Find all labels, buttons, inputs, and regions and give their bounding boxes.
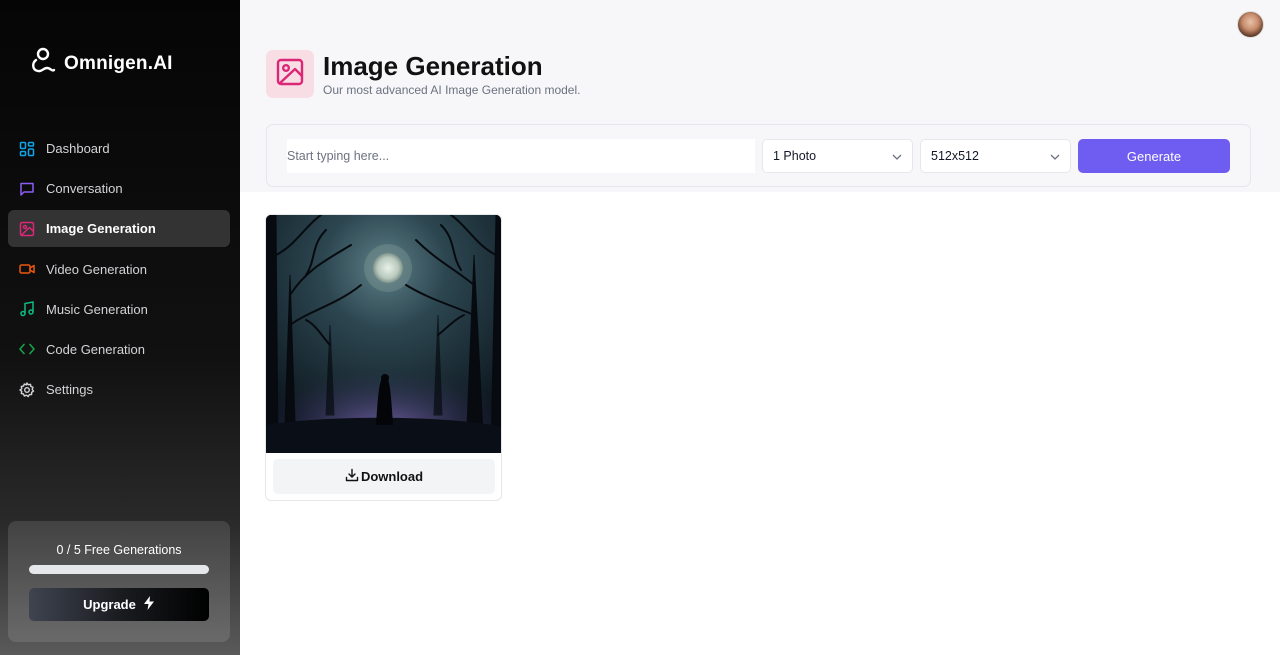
usage-card: 0 / 5 Free Generations Upgrade bbox=[8, 521, 230, 642]
upgrade-button[interactable]: Upgrade bbox=[29, 588, 209, 621]
gear-icon bbox=[19, 381, 35, 398]
image-icon bbox=[19, 221, 35, 237]
prompt-input[interactable] bbox=[287, 139, 755, 173]
generated-image bbox=[266, 215, 501, 453]
usage-progress-bar bbox=[29, 565, 209, 574]
page-icon-box bbox=[266, 50, 314, 98]
sidebar-item-settings[interactable]: Settings bbox=[8, 371, 230, 408]
upgrade-button-label: Upgrade bbox=[83, 597, 136, 612]
code-icon bbox=[19, 341, 35, 357]
result-card: Download bbox=[265, 214, 502, 501]
lightning-icon bbox=[143, 596, 155, 613]
music-icon bbox=[19, 301, 35, 317]
usage-text: 0 / 5 Free Generations bbox=[56, 543, 182, 557]
sidebar-item-dashboard[interactable]: Dashboard bbox=[8, 130, 230, 167]
sidebar: Omnigen.AI Dashboard Conversation Image … bbox=[0, 0, 240, 655]
generate-button[interactable]: Generate bbox=[1078, 139, 1230, 173]
page-subtitle: Our most advanced AI Image Generation mo… bbox=[323, 83, 581, 97]
prompt-form: 1 Photo 512x512 Generate bbox=[266, 124, 1251, 187]
sidebar-item-label: Image Generation bbox=[46, 221, 156, 237]
main-content: Image Generation Our most advanced AI Im… bbox=[240, 0, 1280, 655]
sidebar-nav: Dashboard Conversation Image Generation bbox=[8, 130, 230, 411]
logo-icon bbox=[30, 46, 56, 81]
sidebar-item-label: Music Generation bbox=[46, 301, 148, 317]
user-avatar[interactable] bbox=[1237, 11, 1264, 38]
image-icon bbox=[275, 57, 305, 92]
sidebar-item-label: Conversation bbox=[46, 181, 123, 197]
chevron-down-icon bbox=[892, 149, 902, 163]
download-button[interactable]: Download bbox=[273, 459, 495, 494]
chevron-down-icon bbox=[1050, 149, 1060, 163]
amount-select[interactable]: 1 Photo bbox=[762, 139, 913, 173]
download-button-label: Download bbox=[360, 469, 424, 484]
sidebar-item-label: Settings bbox=[46, 382, 93, 398]
download-icon bbox=[345, 468, 359, 485]
logo[interactable]: Omnigen.AI bbox=[30, 46, 173, 81]
sidebar-item-label: Code Generation bbox=[46, 341, 146, 357]
sidebar-item-label: Dashboard bbox=[46, 141, 110, 156]
dashboard-icon bbox=[19, 141, 35, 157]
video-icon bbox=[19, 261, 35, 277]
sidebar-item-label: Video Generation bbox=[46, 261, 147, 277]
page-title: Image Generation bbox=[323, 51, 543, 81]
sidebar-item-video-generation[interactable]: Video Generation bbox=[8, 251, 230, 288]
resolution-select-value: 512x512 bbox=[931, 149, 979, 163]
sidebar-item-code-generation[interactable]: Code Generation bbox=[8, 331, 230, 368]
sidebar-item-conversation[interactable]: Conversation bbox=[8, 170, 230, 207]
sidebar-item-music-generation[interactable]: Music Generation bbox=[8, 291, 230, 328]
resolution-select[interactable]: 512x512 bbox=[920, 139, 1071, 173]
logo-text: Omnigen.AI bbox=[64, 52, 173, 74]
amount-select-value: 1 Photo bbox=[773, 149, 817, 163]
chat-icon bbox=[19, 181, 35, 197]
header-area: Image Generation Our most advanced AI Im… bbox=[240, 0, 1280, 192]
sidebar-item-image-generation[interactable]: Image Generation bbox=[8, 210, 230, 248]
